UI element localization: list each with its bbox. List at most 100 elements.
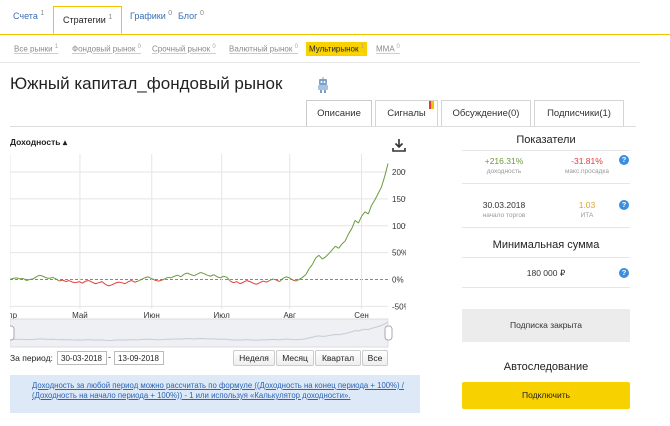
tab-description[interactable]: Описание	[306, 100, 372, 127]
tab-signals[interactable]: Сигналы	[375, 100, 438, 126]
ita-label: ИТА	[580, 212, 594, 219]
series-segment	[203, 273, 208, 276]
series-segment	[210, 274, 215, 277]
series-segment	[315, 254, 320, 259]
series-segment	[338, 243, 343, 249]
series-segment	[249, 281, 254, 284]
period-all-button[interactable]: Все	[362, 350, 388, 366]
series-segment	[361, 211, 366, 217]
navigator-left-handle[interactable]	[10, 325, 15, 341]
filter-currency-market[interactable]: Валютный рынок 0	[229, 44, 298, 54]
series-segment	[302, 274, 307, 278]
subscription-closed-button[interactable]: Подписка закрыта	[462, 309, 630, 342]
series-segment	[91, 281, 96, 285]
tab-discussion[interactable]: Обсуждение(0)	[441, 100, 531, 126]
return-value: +216.31%	[484, 156, 524, 166]
date-from-input[interactable]: 30-03-2018	[57, 351, 107, 365]
period-quarter-button[interactable]: Квартал	[315, 350, 361, 366]
period-week-button[interactable]: Неделя	[233, 350, 275, 366]
series-segment	[384, 163, 389, 177]
download-icon[interactable]	[392, 138, 406, 152]
series-segment	[236, 281, 241, 285]
series-segment	[335, 245, 339, 249]
tab-charts[interactable]: Графики 0	[130, 10, 172, 21]
series-segment	[68, 280, 73, 283]
date-to-input[interactable]: 13-09-2018	[114, 351, 164, 365]
autofollow-title: Автоследование	[503, 361, 589, 373]
series-segment	[213, 274, 218, 278]
y-tick-label: 0%	[392, 275, 404, 284]
tabs-divider	[10, 126, 636, 127]
tab-subscribers[interactable]: Подписчики(1)	[534, 100, 624, 126]
series-segment	[377, 186, 382, 194]
series-segment	[39, 274, 44, 277]
series-segment	[174, 274, 178, 277]
date-separator: -	[108, 352, 111, 362]
series-segment	[305, 268, 310, 275]
series-segment	[190, 274, 195, 277]
series-segment	[59, 279, 63, 282]
min-sum-title: Минимальная сумма	[492, 239, 600, 251]
y-tick-label: 200%	[392, 168, 406, 177]
series-segment	[101, 281, 106, 285]
filter-mma[interactable]: MMA 0	[376, 44, 400, 54]
series-segment	[246, 280, 251, 283]
start-date-label: начало торгов	[482, 212, 526, 219]
connect-button[interactable]: Подключить	[462, 382, 630, 409]
filter-all-markets[interactable]: Все рынки 1	[14, 44, 58, 54]
page-title: Южный капитал_фондовый рынок	[10, 74, 283, 93]
start-date-value: 30.03.2018	[482, 200, 526, 210]
series-segment	[36, 274, 40, 278]
filter-stock-market[interactable]: Фондовый рынок 0	[72, 44, 141, 54]
y-tick-label: 150%	[392, 195, 406, 204]
series-segment	[108, 284, 113, 287]
series-segment	[367, 205, 373, 215]
series-segment	[279, 278, 284, 282]
series-segment	[180, 273, 185, 278]
tab-strategies[interactable]: Стратегии 1	[53, 6, 123, 34]
series-segment	[282, 276, 287, 279]
return-formula-link[interactable]: Доходность за любой период можно рассчит…	[10, 375, 420, 413]
series-segment	[52, 276, 57, 280]
series-segment	[371, 199, 376, 206]
series-segment	[42, 275, 47, 279]
series-segment	[115, 281, 119, 284]
period-month-button[interactable]: Месяц	[276, 350, 314, 366]
help-icon[interactable]: ?	[619, 155, 629, 165]
series-segment	[29, 278, 34, 280]
series-segment	[111, 282, 116, 286]
drawdown-label: макс.просадка	[564, 168, 610, 175]
return-label: доходность	[486, 168, 522, 175]
series-segment	[239, 281, 244, 285]
navigator-right-handle[interactable]	[384, 325, 393, 341]
series-segment	[207, 274, 211, 277]
series-segment	[348, 228, 353, 235]
filter-multimarket[interactable]: Мультирынок 1	[306, 42, 368, 56]
series-segment	[184, 272, 188, 275]
tab-accounts[interactable]: Счета 1	[13, 10, 44, 21]
series-segment	[243, 280, 247, 283]
series-segment	[216, 276, 221, 279]
series-segment	[285, 276, 290, 279]
series-segment	[321, 256, 326, 260]
robot-icon	[318, 77, 328, 93]
return-chart[interactable]: 200%150%100%50%0%-50%АпрМайИюнИюлАвгСен	[10, 154, 406, 348]
series-segment	[124, 281, 129, 285]
divider	[462, 227, 630, 228]
series-segment	[354, 220, 359, 224]
help-icon[interactable]: ?	[619, 200, 629, 210]
divider	[462, 150, 630, 151]
series-segment	[344, 233, 350, 242]
series-segment	[32, 276, 37, 280]
series-segment	[256, 282, 261, 285]
series-segment	[16, 277, 21, 280]
series-segment	[351, 220, 356, 229]
divider	[462, 183, 630, 184]
help-icon[interactable]: ?	[619, 268, 629, 278]
tab-blog[interactable]: Блог 0	[178, 10, 204, 21]
chart-metric-selector[interactable]: Доходность ▴	[10, 137, 67, 148]
series-segment	[141, 277, 145, 280]
series-segment	[223, 275, 228, 278]
series-segment	[144, 276, 149, 279]
filter-futures-market[interactable]: Срочный рынок 0	[152, 44, 216, 54]
